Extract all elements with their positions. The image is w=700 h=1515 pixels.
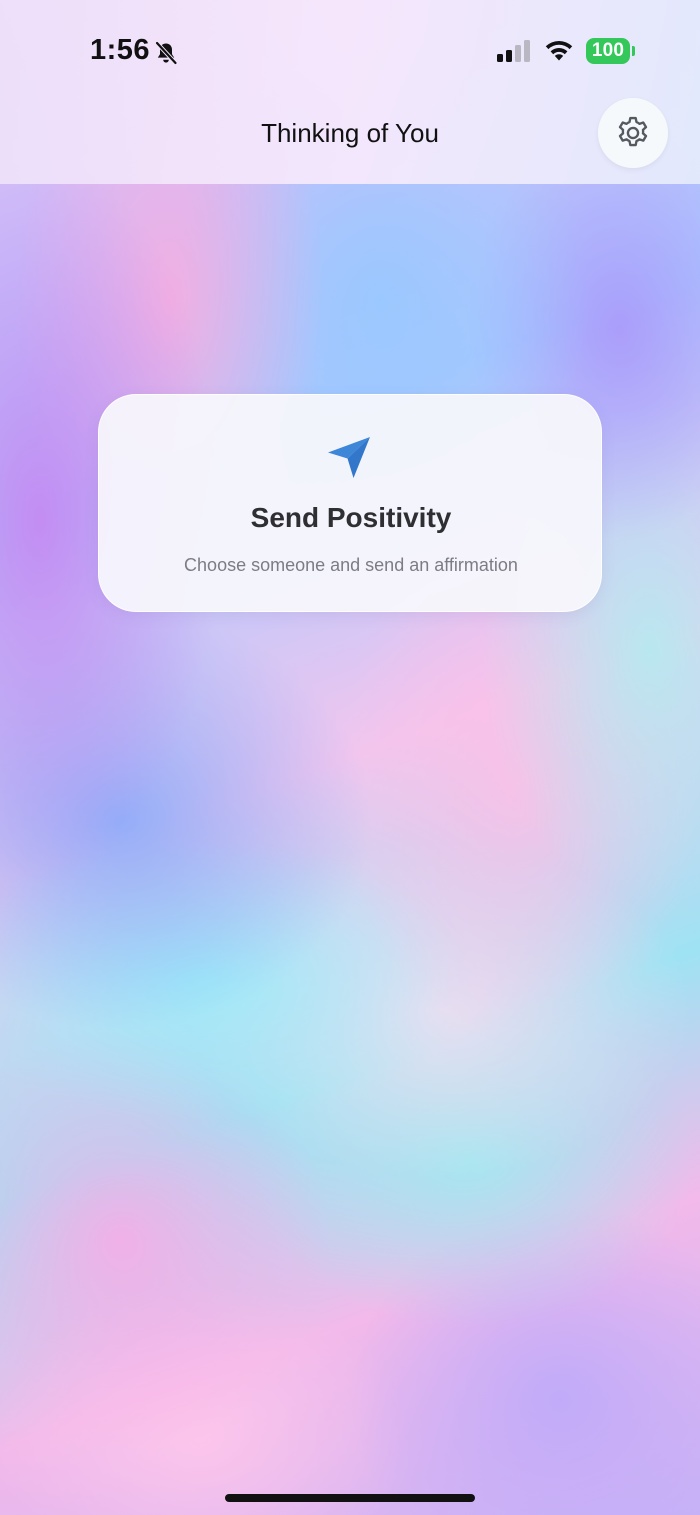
gear-icon (618, 116, 648, 147)
paper-plane-icon (328, 437, 370, 478)
wifi-icon (545, 40, 573, 61)
home-indicator[interactable] (225, 1494, 475, 1502)
battery-level: 100 (586, 38, 630, 64)
bell-slash-icon (154, 40, 178, 66)
page-title: Thinking of You (261, 118, 439, 148)
cellular-signal-icon (497, 40, 530, 62)
battery-indicator: 100 (586, 38, 636, 64)
header: 1:56 100 Thinking of You (0, 0, 700, 184)
card-subtitle: Choose someone and send an affirmation (184, 555, 518, 575)
app-screen: 1:56 100 Thinking of You Send Positivity… (0, 0, 700, 1515)
status-time: 1:56 (90, 34, 151, 66)
status-bar: 1:56 100 (0, 0, 700, 100)
settings-button[interactable] (598, 98, 668, 168)
card-title: Send Positivity (250, 502, 452, 533)
battery-cap (632, 46, 635, 56)
send-positivity-card[interactable]: Send Positivity Choose someone and send … (98, 394, 602, 612)
